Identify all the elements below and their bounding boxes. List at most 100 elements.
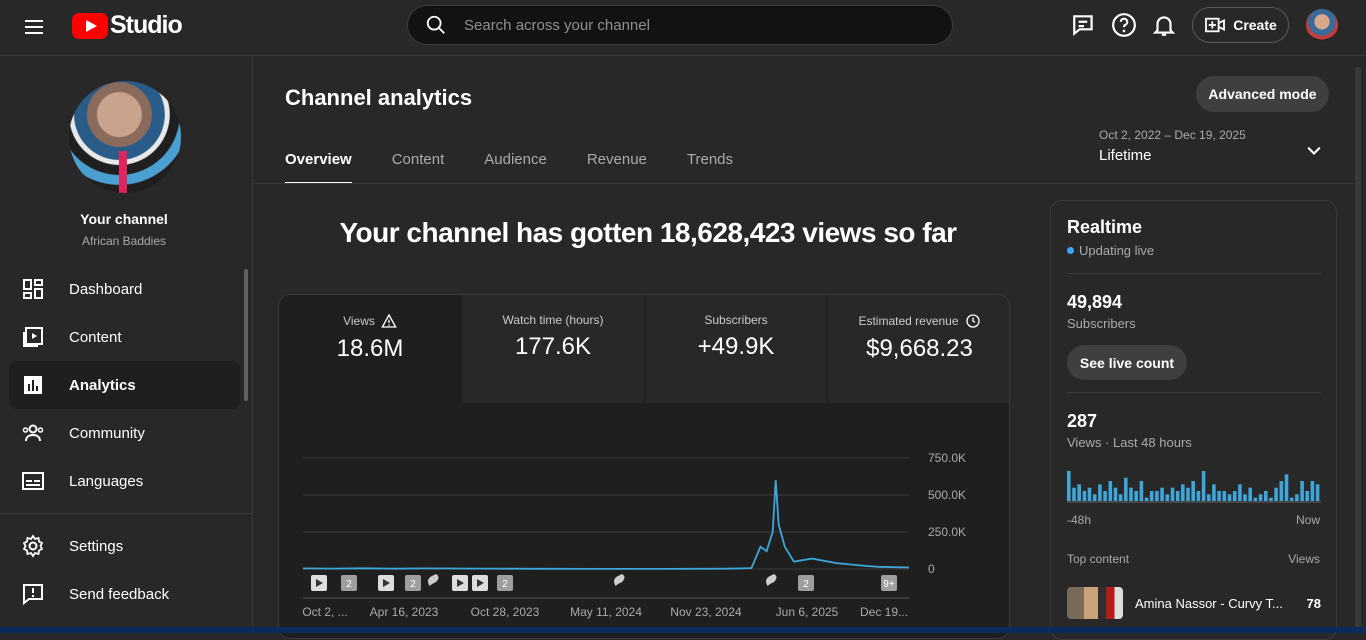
shorts-marker-icon[interactable] — [614, 574, 625, 586]
video-count-marker[interactable]: 2 — [341, 575, 357, 591]
svg-text:9+: 9+ — [883, 579, 895, 590]
search-input[interactable] — [464, 16, 904, 34]
shorts-marker-icon[interactable] — [428, 574, 439, 586]
metric-label-text: Views — [343, 314, 375, 328]
channel-avatar[interactable] — [69, 81, 181, 193]
help-icon[interactable] — [1111, 12, 1137, 38]
sidebar-item-community[interactable]: Community — [9, 409, 240, 457]
realtime-views-bars[interactable] — [1067, 469, 1321, 503]
sidebar-item-label: Languages — [69, 472, 144, 490]
metric-value: 18.6M — [336, 335, 404, 362]
metric-label: Watch time (hours) — [502, 313, 604, 327]
date-range[interactable]: Oct 2, 2022 – Dec 19, 2025 — [1099, 128, 1246, 142]
video-count-marker[interactable]: 2 — [798, 575, 814, 591]
menu-icon[interactable] — [22, 16, 46, 40]
realtime-bar — [1258, 494, 1263, 501]
clock-icon[interactable] — [965, 313, 981, 329]
sidebar-item-label: Send feedback — [69, 585, 170, 603]
advanced-mode-button[interactable]: Advanced mode — [1196, 76, 1329, 112]
realtime-bar — [1155, 491, 1159, 501]
realtime-bar — [1217, 491, 1221, 501]
y-tick-label: 0 — [928, 562, 935, 576]
realtime-bar — [1092, 494, 1097, 501]
realtime-bar — [1305, 491, 1309, 501]
metric-value: +49.9K — [697, 333, 775, 360]
main-scrollbar[interactable] — [1355, 67, 1361, 627]
realtime-bar — [1072, 487, 1076, 501]
views-line-chart[interactable]: 750.0K 500.0K 250.0K 0 2 2 2 2 9+ Oct 2, ... Apr 1… — [279, 403, 1010, 638]
realtime-axis-end: Now — [1295, 513, 1320, 527]
gear-icon — [22, 534, 44, 558]
realtime-bar — [1139, 481, 1144, 501]
x-tick-label: Apr 16, 2023 — [370, 605, 439, 619]
top-content-item[interactable]: Amina Nassor - Curvy T... 78 — [1067, 587, 1321, 619]
tab-overview[interactable]: Overview — [285, 139, 352, 184]
realtime-bar — [1103, 491, 1107, 501]
x-tick-label: Dec 19... — [860, 605, 908, 619]
channel-name: African Baddies — [81, 234, 167, 248]
sidebar-item-content[interactable]: Content — [9, 313, 240, 361]
tab-audience[interactable]: Audience — [484, 139, 547, 184]
studio-logo[interactable]: Studio — [72, 11, 183, 40]
sidebar-item-label: Community — [69, 424, 145, 442]
chevron-down-icon[interactable] — [1304, 141, 1324, 161]
search-bar[interactable] — [407, 5, 953, 45]
divider — [1067, 273, 1321, 274]
sidebar-scrollbar[interactable] — [244, 269, 248, 401]
warning-icon[interactable] — [381, 313, 397, 329]
metric-value: 177.6K — [514, 333, 592, 360]
metrics-card: Views 18.6M Watch time (hours) 177.6K Su… — [278, 294, 1010, 639]
notifications-icon[interactable] — [1151, 12, 1177, 38]
x-tick-label: Jun 6, 2025 — [776, 605, 839, 619]
sidebar-item-dashboard[interactable]: Dashboard — [9, 265, 240, 313]
realtime-bar — [1087, 487, 1092, 501]
tab-revenue[interactable]: Revenue — [587, 139, 647, 184]
tab-trends[interactable]: Trends — [687, 139, 733, 184]
sidebar-item-languages[interactable]: Languages — [9, 457, 240, 505]
realtime-bar — [1124, 477, 1128, 501]
realtime-bar — [1134, 491, 1138, 501]
divider — [1067, 392, 1321, 393]
account-avatar[interactable] — [1306, 9, 1338, 41]
search-icon[interactable] — [425, 14, 447, 36]
x-tick-label: Oct 28, 2023 — [471, 605, 540, 619]
realtime-bar — [1186, 487, 1190, 501]
video-thumbnail — [1067, 587, 1123, 619]
metric-watch-time[interactable]: Watch time (hours) 177.6K — [462, 295, 645, 403]
sidebar-item-analytics[interactable]: Analytics — [9, 361, 240, 409]
realtime-bar — [1315, 484, 1320, 501]
dashboard-icon — [23, 279, 43, 299]
video-marker-icon[interactable] — [311, 575, 327, 591]
sidebar-item-settings[interactable]: Settings — [9, 522, 240, 570]
video-marker-icon[interactable] — [472, 575, 488, 591]
tab-content[interactable]: Content — [392, 139, 445, 184]
video-count-marker[interactable]: 2 — [405, 575, 421, 591]
shorts-marker-icon[interactable] — [766, 574, 777, 586]
content-icon — [23, 327, 43, 347]
top-content-views: 78 — [1306, 595, 1321, 611]
x-tick-label: May 11, 2024 — [570, 605, 642, 619]
metric-views[interactable]: Views 18.6M — [279, 295, 462, 403]
metric-revenue[interactable]: Estimated revenue $9,668.23 — [828, 295, 1009, 403]
y-tick-label: 250.0K — [928, 525, 966, 539]
feedback-chat-icon[interactable] — [1071, 12, 1097, 38]
video-count-marker[interactable]: 9+ — [881, 575, 897, 591]
realtime-bar — [1196, 491, 1201, 501]
realtime-subscribers-label: Subscribers — [1067, 316, 1136, 331]
realtime-bar — [1238, 484, 1242, 501]
languages-icon — [22, 472, 44, 490]
sidebar-item-label: Analytics — [69, 376, 136, 394]
logo-text: Studio — [110, 11, 183, 39]
video-marker-icon[interactable] — [378, 575, 394, 591]
metric-subscribers[interactable]: Subscribers +49.9K — [645, 295, 828, 403]
metric-label: Subscribers — [704, 313, 768, 327]
main-content: Channel analytics Advanced mode Overview… — [254, 57, 1354, 640]
video-count-marker[interactable]: 2 — [497, 575, 513, 591]
video-marker-icon[interactable] — [452, 575, 468, 591]
see-live-count-button[interactable]: See live count — [1067, 345, 1187, 380]
metric-label: Estimated revenue — [828, 313, 1009, 329]
create-button[interactable]: Create — [1192, 7, 1289, 43]
period-selector[interactable]: Lifetime — [1099, 147, 1152, 164]
sidebar-item-send-feedback[interactable]: Send feedback — [9, 570, 240, 618]
realtime-bar — [1295, 494, 1299, 501]
